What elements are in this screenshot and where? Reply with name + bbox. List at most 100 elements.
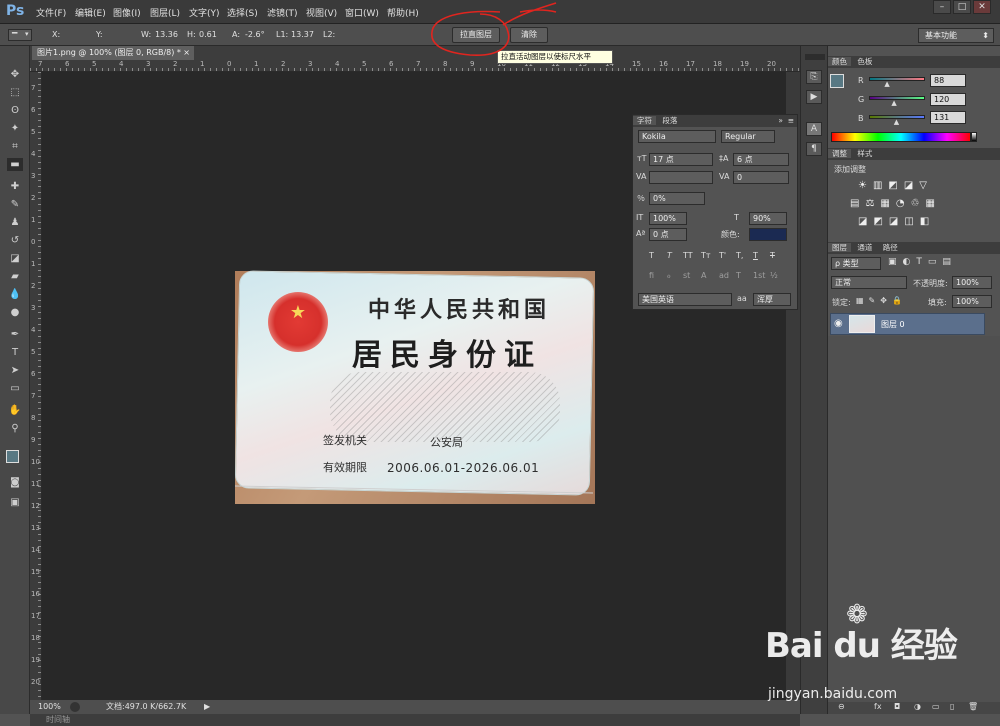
kerning-field[interactable] bbox=[649, 171, 713, 184]
menu-layer[interactable]: 图层(L) bbox=[150, 6, 180, 19]
clear-button[interactable]: 清除 bbox=[510, 27, 548, 43]
status-arrow-icon[interactable]: ▶ bbox=[204, 700, 210, 714]
vertical-scale-field[interactable]: 100% bbox=[649, 212, 687, 225]
collapse-icon[interactable]: » bbox=[778, 115, 783, 127]
timeline-tab[interactable]: 时间轴 bbox=[30, 714, 800, 726]
new-layer-icon[interactable]: ▯ bbox=[950, 702, 954, 711]
new-group-icon[interactable]: ▭ bbox=[932, 702, 940, 711]
color-spectrum-ramp[interactable] bbox=[831, 132, 971, 142]
dock-grip[interactable] bbox=[805, 54, 825, 60]
tab-color[interactable]: 颜色 bbox=[828, 57, 851, 66]
link-layers-icon[interactable]: ⊖ bbox=[838, 702, 845, 711]
ordinals-icon[interactable]: 1st bbox=[753, 271, 765, 280]
history-brush-icon[interactable]: ↺ bbox=[7, 234, 23, 247]
fx-icon[interactable]: fx bbox=[874, 702, 882, 711]
ruler-horizontal[interactable]: 7 6 5 4 3 2 1 0 1 2 3 4 5 6 7 8 9 10 11 12 13 14 15 16 17 18 19 20 bbox=[30, 60, 800, 72]
tsume-field[interactable]: 0% bbox=[649, 192, 705, 205]
tool-preset-picker[interactable]: ━ ▾ bbox=[8, 29, 32, 41]
fractions-icon[interactable]: ½ bbox=[770, 271, 778, 280]
font-family-select[interactable]: Kokila bbox=[638, 130, 716, 143]
ligature-icon[interactable]: fi bbox=[649, 271, 654, 280]
workspace-select[interactable]: 基本功能 ⬍ bbox=[918, 28, 994, 43]
brush-tool-icon[interactable]: ✎ bbox=[7, 198, 23, 211]
tab-styles[interactable]: 样式 bbox=[853, 149, 876, 158]
gradient-tool-icon[interactable]: ▰ bbox=[7, 270, 23, 283]
adjustment-icons-row1[interactable]: ☀▥◩◪▽ bbox=[858, 180, 978, 194]
menu-edit[interactable]: 编辑(E) bbox=[75, 6, 106, 19]
foreground-color-swatch[interactable] bbox=[6, 450, 19, 463]
small-caps-icon[interactable]: Tт bbox=[701, 251, 711, 260]
adjustment-icons-row3[interactable]: ◪◩◪◫◧ bbox=[858, 216, 988, 230]
crop-tool-icon[interactable]: ⌗ bbox=[7, 140, 23, 153]
tab-close-icon[interactable]: × bbox=[183, 46, 190, 60]
minimize-button[interactable]: – bbox=[933, 0, 951, 14]
antialias-select[interactable]: 浑厚 bbox=[753, 293, 791, 306]
blur-tool-icon[interactable]: 💧 bbox=[7, 288, 23, 301]
path-select-tool-icon[interactable]: ➤ bbox=[7, 364, 23, 377]
screen-mode-icon[interactable]: ▣ bbox=[7, 496, 23, 509]
rectangle-tool-icon[interactable]: ▭ bbox=[7, 382, 23, 395]
add-mask-icon[interactable]: ◘ bbox=[894, 702, 900, 711]
move-tool-icon[interactable]: ✥ bbox=[7, 68, 23, 81]
maximize-button[interactable]: □ bbox=[953, 0, 971, 14]
red-value[interactable]: 88 bbox=[930, 74, 966, 87]
paragraph-panel-icon[interactable]: ¶ bbox=[806, 142, 822, 156]
quick-mask-icon[interactable]: ◙ bbox=[7, 476, 23, 489]
menu-window[interactable]: 窗口(W) bbox=[345, 6, 379, 19]
actions-panel-icon[interactable]: ▶ bbox=[806, 90, 822, 104]
tab-layers[interactable]: 图层 bbox=[828, 243, 851, 252]
swash-icon[interactable]: st bbox=[683, 271, 690, 280]
menu-type[interactable]: 文字(Y) bbox=[189, 6, 220, 19]
delete-layer-icon[interactable]: 🗑 bbox=[968, 702, 978, 711]
menu-file[interactable]: 文件(F) bbox=[36, 6, 66, 19]
green-slider[interactable] bbox=[869, 96, 925, 100]
superscript-icon[interactable]: T' bbox=[719, 251, 726, 260]
straighten-layer-button[interactable]: 拉直图层 bbox=[452, 27, 500, 43]
ruler-measure-line[interactable] bbox=[233, 480, 598, 496]
new-adjustment-icon[interactable]: ◑ bbox=[914, 702, 921, 711]
blue-value[interactable]: 131 bbox=[930, 111, 966, 124]
opacity-field[interactable]: 100% bbox=[952, 276, 992, 289]
healing-tool-icon[interactable]: ✚ bbox=[7, 180, 23, 193]
ornaments-icon[interactable]: T bbox=[736, 271, 741, 280]
grayscale-ramp[interactable] bbox=[971, 132, 977, 142]
zoom-tool-icon[interactable]: ⚲ bbox=[7, 422, 23, 435]
tab-adjustments[interactable]: 调整 bbox=[828, 149, 851, 158]
horizontal-scale-field[interactable]: 90% bbox=[749, 212, 787, 225]
layer-filter-select[interactable]: ρ 类型 bbox=[831, 257, 881, 270]
dodge-tool-icon[interactable]: ● bbox=[7, 306, 23, 319]
visibility-eye-icon[interactable]: ◉ bbox=[834, 318, 843, 329]
stamp-tool-icon[interactable]: ♟ bbox=[7, 216, 23, 229]
blend-mode-select[interactable]: 正常 bbox=[831, 276, 907, 289]
green-slider-thumb[interactable]: ▲ bbox=[891, 99, 896, 107]
status-menu-icon[interactable] bbox=[70, 702, 80, 712]
language-select[interactable]: 美国英语 bbox=[638, 293, 732, 306]
tab-character[interactable]: 字符 bbox=[633, 116, 656, 125]
lasso-tool-icon[interactable]: ʘ bbox=[7, 104, 23, 117]
pen-tool-icon[interactable]: ✒ bbox=[7, 328, 23, 341]
ruler-tool-icon[interactable]: ▬ bbox=[7, 158, 23, 171]
titling-alternates-icon[interactable]: ad bbox=[719, 271, 729, 280]
tab-channels[interactable]: 通道 bbox=[853, 243, 876, 252]
type-tool-icon[interactable]: T bbox=[7, 346, 23, 359]
blue-slider-thumb[interactable]: ▲ bbox=[894, 118, 899, 126]
text-color-swatch[interactable] bbox=[749, 228, 787, 241]
menu-select[interactable]: 选择(S) bbox=[227, 6, 258, 19]
tracking-field[interactable]: 0 bbox=[733, 171, 789, 184]
font-style-select[interactable]: Regular bbox=[721, 130, 775, 143]
tab-paragraph[interactable]: 段落 bbox=[658, 116, 681, 125]
character-panel-icon[interactable]: A bbox=[806, 122, 822, 136]
faux-italic-icon[interactable]: T bbox=[667, 251, 672, 260]
menu-view[interactable]: 视图(V) bbox=[306, 6, 337, 19]
faux-bold-icon[interactable]: T bbox=[649, 251, 654, 260]
history-panel-icon[interactable]: ⎘ bbox=[806, 70, 822, 84]
red-slider-thumb[interactable]: ▲ bbox=[884, 80, 889, 88]
strikethrough-icon[interactable]: T bbox=[770, 251, 775, 260]
hand-tool-icon[interactable]: ✋ bbox=[7, 404, 23, 417]
ruler-vertical[interactable]: 7 6 5 4 3 2 1 0 1 2 3 4 5 6 7 8 9 10 11 12 13 14 15 16 17 18 19 20 bbox=[30, 72, 42, 700]
menu-image[interactable]: 图像(I) bbox=[113, 6, 141, 19]
document-tab[interactable]: 图片1.png @ 100% (图层 0, RGB/8) * × bbox=[32, 46, 194, 60]
menu-help[interactable]: 帮助(H) bbox=[387, 6, 419, 19]
baseline-field[interactable]: 0 点 bbox=[649, 228, 687, 241]
font-size-field[interactable]: 17 点 bbox=[649, 153, 713, 166]
